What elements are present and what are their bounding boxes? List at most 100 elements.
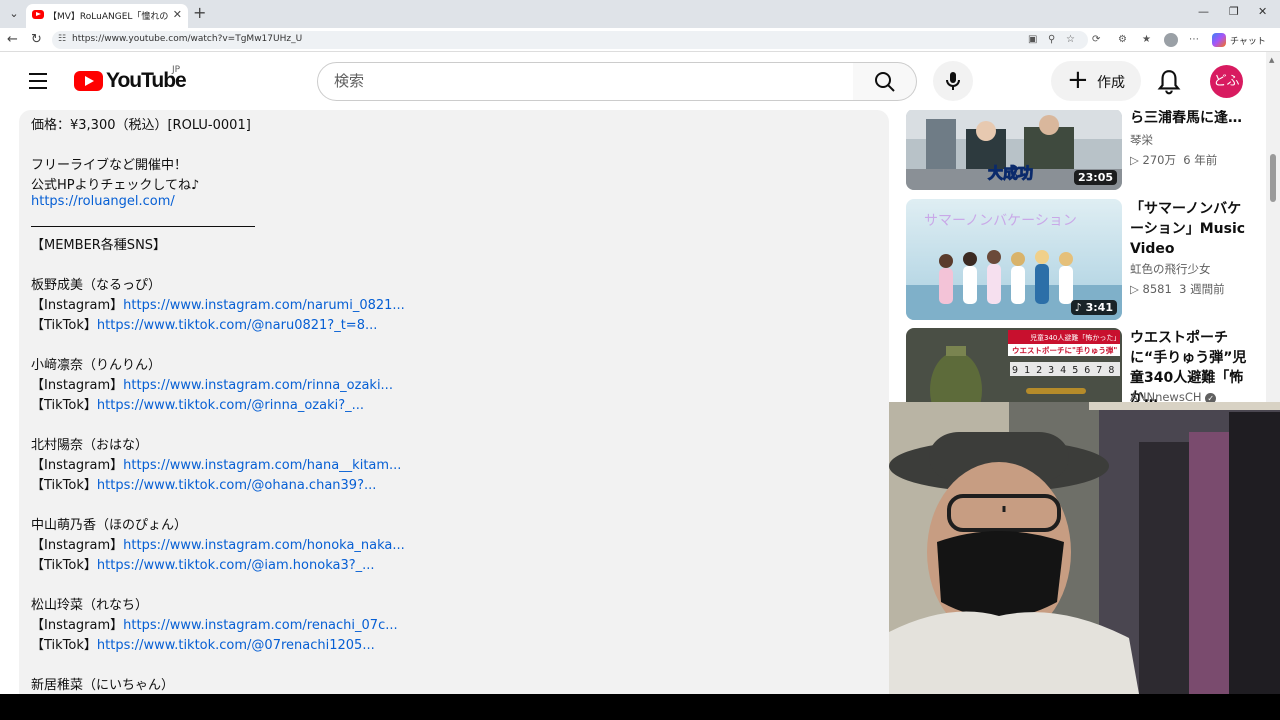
favorite-star-icon[interactable]: ☆: [1066, 34, 1075, 45]
instagram-link[interactable]: https://www.instagram.com/rinna_ozaki...: [123, 378, 393, 393]
thumbnail-caption: サマーノンバケーション: [924, 213, 1077, 229]
instagram-link[interactable]: https://www.instagram.com/narumi_0821...: [123, 298, 405, 313]
bottom-black-bar: [0, 694, 1280, 720]
related-videos: 大成功 23:05 ら三浦春馬に逢… 琴栄 ▷ 270万 6 年前 サマーノンバ…: [889, 110, 1266, 402]
video-description: 価格：¥3,300（税込）[ROLU-0001] フリーライブなど開催中！ 公式…: [19, 110, 889, 694]
video-thumbnail[interactable]: 児童340人避難「怖かった」 ウエストポーチに"手りゅう弾" 9 1 2 3 4…: [906, 328, 1122, 402]
tab-list-chevron-icon[interactable]: ⌄: [6, 6, 22, 22]
video-title[interactable]: ら三浦春馬に逢…: [1130, 110, 1260, 128]
verified-icon: ✓: [1205, 393, 1217, 402]
related-video-item[interactable]: 児童340人避難「怖かった」 ウエストポーチに"手りゅう弾" 9 1 2 3 4…: [906, 328, 1266, 402]
view-icon: ▷: [1130, 282, 1143, 296]
minimize-icon[interactable]: —: [1198, 5, 1209, 18]
video-meta: ▷ 8581 3 週間前: [1130, 281, 1225, 297]
webcam-image: [889, 402, 1280, 694]
channel-name[interactable]: 虹色の飛行少女: [1130, 261, 1211, 277]
scrollbar-thumb[interactable]: [1270, 154, 1276, 202]
related-video-item[interactable]: サマーノンバケーション ♪ 3:41 「サマーノンバケーション」Music Vi…: [906, 199, 1266, 320]
instagram-prefix: 【Instagram】: [31, 618, 124, 633]
back-icon[interactable]: ←: [7, 32, 18, 48]
official-hp-link[interactable]: https://roluangel.com/: [31, 194, 175, 209]
search-input[interactable]: [334, 72, 834, 90]
upload-age: 3 週間前: [1179, 282, 1225, 296]
search-icon: [875, 72, 895, 92]
youtube-favicon-icon: [32, 10, 44, 19]
view-count: 8581: [1142, 282, 1172, 296]
new-tab-icon[interactable]: +: [193, 4, 206, 22]
close-window-icon[interactable]: ✕: [1258, 5, 1267, 18]
instagram-link[interactable]: https://www.instagram.com/honoka_naka...: [123, 538, 405, 553]
search-box[interactable]: [317, 62, 854, 101]
channel-name-text: ANNnewsCH: [1130, 390, 1202, 402]
tiktok-prefix: 【TikTok】: [31, 318, 97, 333]
duration-badge: ♪ 3:41: [1070, 300, 1117, 315]
video-title[interactable]: 「サマーノンバケーション」Music Video: [1130, 199, 1254, 259]
tiktok-link[interactable]: https://www.tiktok.com/@07renachi1205...: [97, 638, 375, 653]
close-tab-icon[interactable]: ✕: [173, 8, 182, 21]
zoom-icon[interactable]: ⚲: [1048, 34, 1055, 45]
related-video-item[interactable]: 大成功 23:05 ら三浦春馬に逢… 琴栄 ▷ 270万 6 年前: [906, 110, 1266, 190]
tiktok-link[interactable]: https://www.tiktok.com/@rinna_ozaki?_...: [97, 398, 364, 413]
instagram-prefix: 【Instagram】: [31, 538, 124, 553]
instagram-prefix: 【Instagram】: [31, 458, 124, 473]
copilot-label[interactable]: チャット: [1230, 34, 1266, 47]
member-name: 中山萌乃香（ほのぴょん）: [31, 518, 188, 533]
view-count: 270万: [1142, 153, 1176, 167]
voice-search-button[interactable]: [933, 61, 973, 101]
address-bar-row: ← ↻ ☷ https://www.youtube.com/watch?v=Tg…: [0, 28, 1280, 52]
microphone-icon: [946, 72, 960, 90]
tiktok-prefix: 【TikTok】: [31, 638, 97, 653]
duration-badge: 23:05: [1073, 170, 1117, 185]
video-thumbnail[interactable]: 大成功 23:05: [906, 110, 1122, 190]
member-name: 松山玲菜（れなち）: [31, 598, 149, 613]
screen: ⌄ 【MV】RoLuANGEL「憧れの日Ye!!」 ✕ + — ❐ ✕ ← ↻ …: [0, 0, 1280, 694]
sns-header: 【MEMBER各種SNS】: [31, 238, 167, 253]
youtube-header: YouTube JP + 作成 どふ: [0, 52, 1266, 110]
avatar[interactable]: どふ: [1210, 65, 1243, 98]
search-button[interactable]: [853, 62, 917, 101]
translate-icon[interactable]: ▣: [1028, 34, 1037, 45]
divider: [31, 226, 255, 227]
create-button[interactable]: + 作成: [1051, 61, 1141, 101]
thumbnail-subcaption: 児童340人避難「怖かった」: [1030, 333, 1120, 342]
instagram-prefix: 【Instagram】: [31, 298, 124, 313]
region-label: JP: [172, 65, 181, 75]
url-field[interactable]: ☷ https://www.youtube.com/watch?v=TgMw17…: [52, 31, 1088, 49]
member-name: 板野成美（なるっぴ）: [31, 278, 162, 293]
site-info-icon[interactable]: ☷: [58, 34, 66, 44]
official-hp-line: 公式HPよりチェックしてね♪: [31, 178, 200, 193]
browser-tab-bar: ⌄ 【MV】RoLuANGEL「憧れの日Ye!!」 ✕ + — ❐ ✕: [0, 0, 1280, 28]
more-menu-icon[interactable]: ⋯: [1189, 34, 1199, 45]
music-note-icon: ♪: [1074, 301, 1086, 314]
youtube-logo-icon[interactable]: [74, 71, 103, 91]
url-text: https://www.youtube.com/watch?v=TgMw17UH…: [72, 34, 303, 44]
free-live-line: フリーライブなど開催中！: [31, 158, 188, 173]
copilot-icon[interactable]: [1212, 33, 1226, 47]
instagram-link[interactable]: https://www.instagram.com/renachi_07c...: [123, 618, 397, 633]
tiktok-link[interactable]: https://www.tiktok.com/@ohana.chan39?...: [97, 478, 376, 493]
refresh-extension-icon[interactable]: ⟳: [1092, 34, 1100, 45]
tiktok-prefix: 【TikTok】: [31, 478, 97, 493]
member-name: 小﨑凛奈（りんりん）: [31, 358, 162, 373]
favorites-icon[interactable]: ★: [1142, 34, 1151, 45]
video-meta: ▷ 270万 6 年前: [1130, 152, 1217, 168]
upload-age: 6 年前: [1183, 153, 1218, 167]
menu-icon[interactable]: [29, 73, 47, 89]
member-name: 北村陽奈（おはな）: [31, 438, 149, 453]
reload-icon[interactable]: ↻: [31, 32, 42, 48]
tiktok-link[interactable]: https://www.tiktok.com/@iam.honoka3?_...: [97, 558, 375, 573]
video-thumbnail[interactable]: サマーノンバケーション ♪ 3:41: [906, 199, 1122, 320]
instagram-link[interactable]: https://www.instagram.com/hana__kitam...: [123, 458, 401, 473]
browser-tab[interactable]: 【MV】RoLuANGEL「憧れの日Ye!!」 ✕: [26, 4, 188, 28]
restore-icon[interactable]: ❐: [1229, 5, 1239, 18]
channel-name[interactable]: 琴栄: [1130, 132, 1153, 148]
extensions-icon[interactable]: ⚙: [1118, 34, 1127, 45]
tiktok-link[interactable]: https://www.tiktok.com/@naru0821?_t=8...: [97, 318, 377, 333]
view-icon: ▷: [1130, 153, 1143, 167]
profile-icon[interactable]: [1164, 33, 1178, 47]
tiktok-prefix: 【TikTok】: [31, 558, 97, 573]
thumbnail-caption: ウエストポーチに"手りゅう弾": [1012, 345, 1117, 355]
scroll-up-arrow-icon[interactable]: ▲: [1269, 56, 1274, 64]
channel-name[interactable]: ANNnewsCH ✓: [1130, 390, 1217, 402]
notifications-bell-icon[interactable]: [1156, 68, 1182, 96]
